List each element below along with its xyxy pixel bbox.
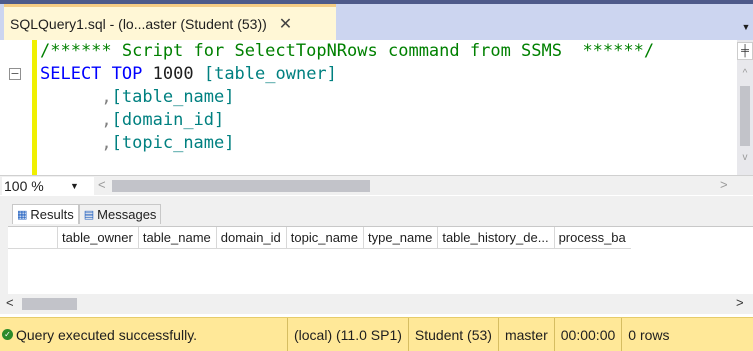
scroll-right-icon[interactable]: > [720,177,728,192]
code-line[interactable]: ,[domain_id] [40,109,654,132]
code-token: [table_owner] [203,64,337,84]
close-icon[interactable]: ✕ [279,14,292,34]
tab-sqlquery1[interactable]: SQLQuery1.sql - (lo...aster (Student (53… [4,4,336,40]
scroll-left-icon[interactable]: < [98,177,106,192]
code-token: [table_name] [111,87,235,107]
status-message-text: Query executed successfully. [16,326,198,343]
code-token: , [101,110,112,130]
code-token: /****** Script for SelectTopNRows comman… [40,41,655,61]
code-token: , [101,87,112,107]
status-message: ✓ Query executed successfully. [0,318,288,351]
column-header[interactable]: table_history_de... [438,227,555,249]
column-header[interactable]: process_ba [555,227,631,249]
status-database: master [499,318,555,351]
column-header[interactable]: type_name [364,227,439,249]
scroll-right-icon[interactable]: > [736,295,744,310]
results-pane: ▦ Results ▤ Messages table_owner table_n… [0,196,753,314]
code-line[interactable]: ,[topic_name] [40,132,654,155]
grid-corner[interactable] [8,227,58,249]
code-line[interactable]: /****** Script for SelectTopNRows comman… [40,40,654,63]
query-editor[interactable]: /****** Script for SelectTopNRows comman… [0,40,737,175]
messages-icon: ▤ [83,208,95,221]
scroll-left-icon[interactable]: < [6,295,14,310]
status-bar: ✓ Query executed successfully. (local) (… [0,317,753,351]
results-horizontal-scrollbar[interactable]: < > [0,294,753,314]
column-header[interactable]: domain_id [217,227,287,249]
results-tabs: ▦ Results ▤ Messages [12,204,162,224]
tab-messages[interactable]: ▤ Messages [78,204,162,224]
status-elapsed: 00:00:00 [555,318,623,351]
column-header[interactable]: topic_name [287,227,364,249]
zoom-select[interactable]: 100 % ▼ [2,177,94,195]
results-grid[interactable]: table_owner table_name domain_id topic_n… [8,226,753,294]
editor-vertical-scrollbar[interactable]: ╪ ^ v [737,40,753,175]
scroll-up-icon[interactable]: ^ [737,68,753,82]
horizontal-scroll-thumb[interactable] [22,298,77,310]
grid-header: table_owner table_name domain_id topic_n… [8,227,631,249]
status-rows: 0 rows [628,326,670,343]
code-token: [topic_name] [111,133,235,153]
editor-footer: 100 % ▼ < > [0,175,753,195]
tab-results[interactable]: ▦ Results [12,204,79,224]
code-token: SELECT [40,64,102,84]
code-token: [domain_id] [111,110,225,130]
success-check-icon: ✓ [2,329,13,340]
scroll-thumb[interactable] [740,86,750,146]
column-header[interactable]: table_name [139,227,217,249]
code-area[interactable]: /****** Script for SelectTopNRows comman… [9,40,654,155]
changed-lines-indicator [32,40,37,175]
split-view-icon[interactable]: ╪ [737,42,753,60]
chevron-down-icon[interactable]: ▼ [70,177,79,195]
scroll-down-icon[interactable]: v [737,152,753,166]
code-token: 1000 [152,64,194,84]
zoom-value: 100 % [4,178,44,194]
collapse-icon[interactable]: − [9,68,21,80]
grid-icon: ▦ [17,208,28,221]
tab-results-label: Results [30,206,74,222]
tab-messages-label: Messages [97,206,157,222]
tab-overflow-dropdown-icon[interactable]: ▼ [739,18,753,36]
editor-gutter [0,40,24,175]
code-line[interactable]: ,[table_name] [40,86,654,109]
document-tab-strip: SQLQuery1.sql - (lo...aster (Student (53… [0,0,753,40]
column-header[interactable]: table_owner [58,227,139,249]
code-token: TOP [111,64,143,84]
tab-title: SQLQuery1.sql - (lo...aster (Student (53… [10,15,267,32]
horizontal-scroll-thumb[interactable] [112,180,370,192]
code-line[interactable]: − SELECT TOP 1000 [table_owner] [9,63,654,86]
status-server: (local) (11.0 SP1) [288,318,409,351]
status-user: Student (53) [409,318,499,351]
code-token: , [101,133,112,153]
